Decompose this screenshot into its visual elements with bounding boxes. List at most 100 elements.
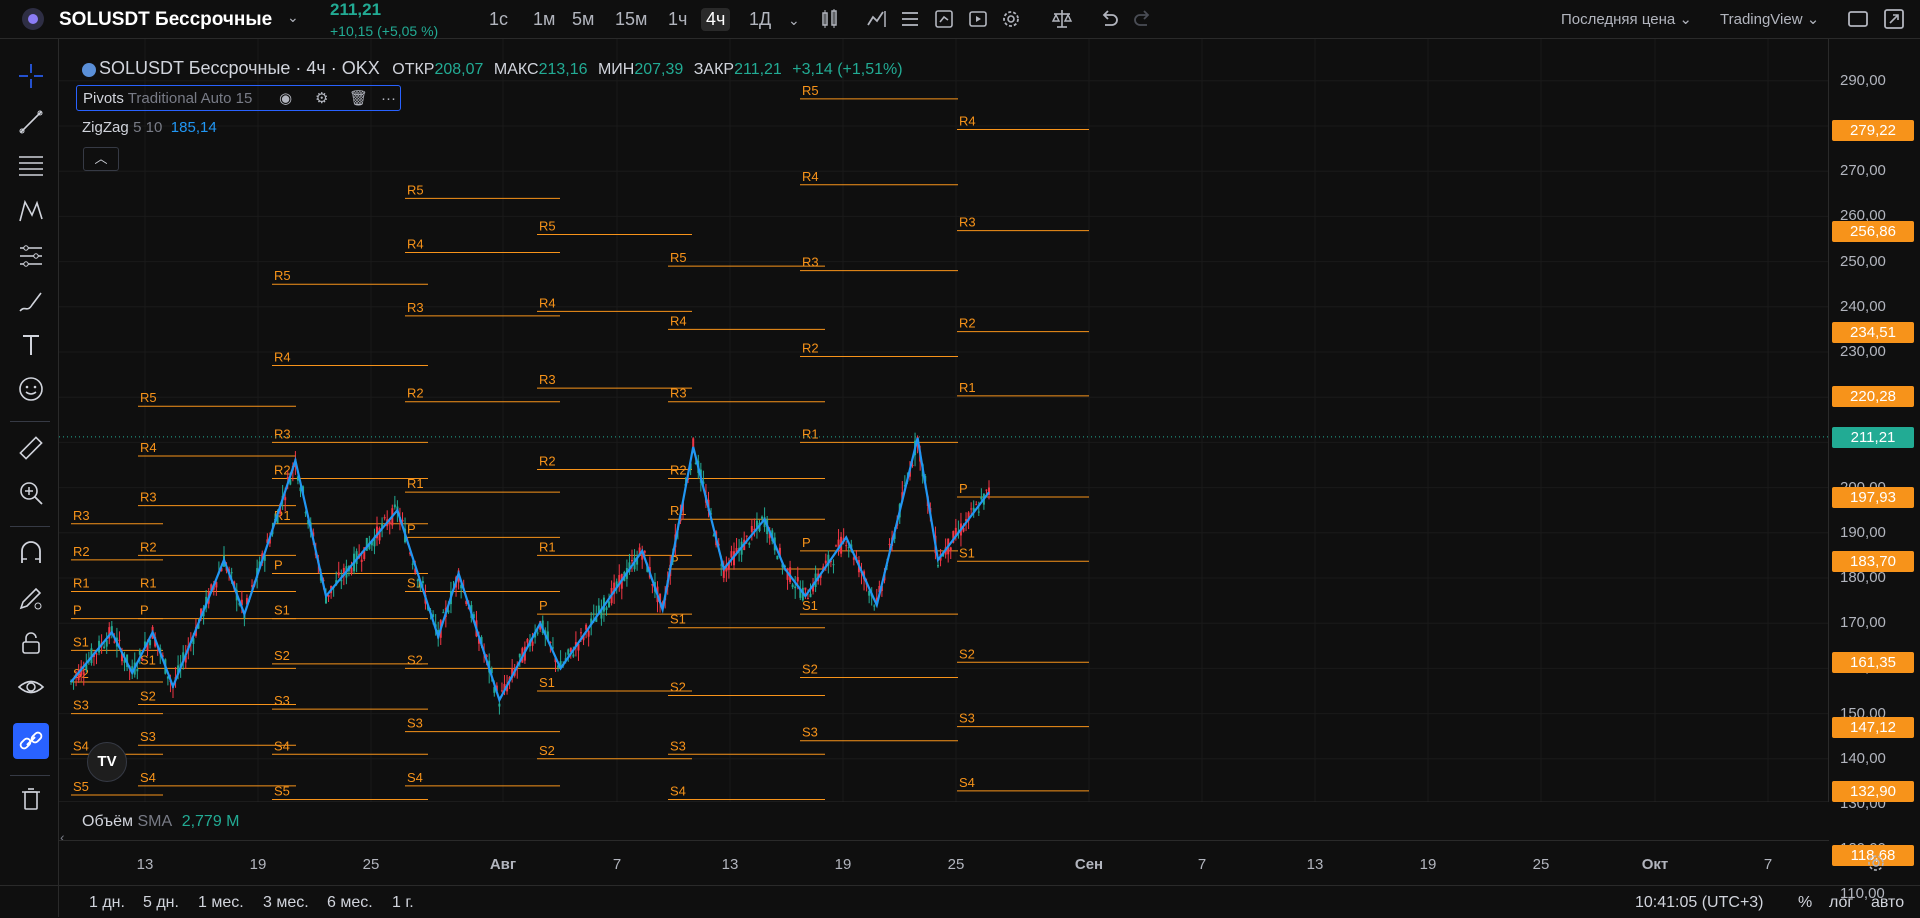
eye-icon[interactable]: ◉ <box>279 86 292 112</box>
emoji-icon[interactable] <box>17 375 45 403</box>
tradingview-logo-icon[interactable]: TV <box>87 742 127 782</box>
bar-style-icon[interactable] <box>818 7 842 31</box>
symbol-logo-icon[interactable] <box>22 8 44 30</box>
pivot-level-label: R4 <box>140 440 157 455</box>
range-3m[interactable]: 3 мес. <box>263 894 309 912</box>
screenshot-icon[interactable] <box>1882 7 1906 31</box>
pivots-legend[interactable]: Pivots Traditional Auto 15 ◉ ⚙ 🗑 ··· <box>76 85 401 111</box>
eye-icon[interactable] <box>17 673 45 701</box>
link-sync-button[interactable] <box>13 723 49 759</box>
candle-body <box>950 547 952 550</box>
pivot-level-label: R2 <box>539 454 556 469</box>
candle-body <box>394 505 396 508</box>
redo-icon[interactable] <box>1131 7 1155 31</box>
volume-value: 2,779 M <box>182 813 240 830</box>
range-1y[interactable]: 1 г. <box>392 894 414 912</box>
compare-icon[interactable] <box>1050 7 1074 31</box>
auto-scale-toggle[interactable]: авто <box>1871 894 1904 912</box>
brush-icon[interactable] <box>17 287 45 315</box>
tf-4h[interactable]: 4ч <box>701 8 730 31</box>
candle-body <box>284 497 286 500</box>
zoom-in-icon[interactable] <box>17 479 45 507</box>
fib-retracement-icon[interactable] <box>17 152 45 180</box>
range-6m[interactable]: 6 мес. <box>327 894 373 912</box>
chevron-down-icon[interactable]: ⌄ <box>287 9 299 26</box>
crosshair-icon[interactable] <box>17 62 45 90</box>
collapse-legend-button[interactable]: ︿ <box>83 147 119 171</box>
pivot-level-label: P <box>539 598 548 613</box>
trash-icon[interactable] <box>17 785 45 813</box>
clock[interactable]: 10:41:05 (UTC+3) <box>1635 894 1764 912</box>
high-value: 213,16 <box>539 61 588 78</box>
volume-name: Объём <box>82 813 133 830</box>
candle-body <box>848 547 850 548</box>
candle-body <box>889 544 891 545</box>
settings-icon[interactable] <box>1864 851 1888 875</box>
indicators-icon[interactable] <box>865 7 889 31</box>
candle-body <box>835 546 837 547</box>
range-1d[interactable]: 1 дн. <box>89 894 125 912</box>
tf-1d[interactable]: 1Д <box>744 8 776 31</box>
chart-pane[interactable]: R3R2R1PS1S2S3S4S5R5R4R3R2R1PS1S2S3S4S5R5… <box>59 39 1829 802</box>
settings-icon[interactable]: ⚙ <box>315 86 328 112</box>
time-scale[interactable] <box>59 840 1829 886</box>
tf-1m[interactable]: 1м <box>528 8 560 31</box>
percent-scale-toggle[interactable]: % <box>1798 894 1812 912</box>
replay-icon[interactable] <box>966 7 990 31</box>
chevron-down-icon[interactable]: ⌄ <box>783 11 805 30</box>
trend-line-icon[interactable] <box>17 108 45 136</box>
price-chart[interactable]: R3R2R1PS1S2S3S4S5R5R4R3R2R1PS1S2S3S4S5R5… <box>59 39 1829 802</box>
pivot-level-label: R4 <box>670 313 687 328</box>
open-label: ОТКР <box>392 61 434 78</box>
candle-body <box>978 512 980 513</box>
pattern-icon[interactable] <box>17 197 45 225</box>
time-tick-label: 7 <box>1198 856 1206 873</box>
zigzag-legend[interactable]: ZigZag 5 10 185,14 <box>82 119 217 137</box>
ruler-icon[interactable] <box>17 434 45 462</box>
tf-15m[interactable]: 15м <box>610 8 652 31</box>
tf-5m[interactable]: 5м <box>567 8 599 31</box>
tf-1s[interactable]: 1с <box>484 8 513 31</box>
text-icon[interactable] <box>17 331 45 359</box>
stay-drawing-icon[interactable] <box>17 584 45 612</box>
pivot-level-label: S2 <box>407 652 423 667</box>
price-type-selector[interactable]: Последняя цена ⌄ <box>1561 10 1692 28</box>
more-icon[interactable]: ··· <box>381 86 396 112</box>
range-5d[interactable]: 5 дн. <box>143 894 179 912</box>
settings-icon[interactable] <box>999 7 1023 31</box>
candle-body <box>422 581 424 583</box>
tf-1h[interactable]: 1ч <box>663 8 692 31</box>
fullscreen-icon[interactable] <box>1846 7 1870 31</box>
pivot-level-label: P <box>140 603 149 618</box>
trash-icon[interactable]: 🗑 <box>349 86 368 112</box>
range-1m[interactable]: 1 мес. <box>198 894 244 912</box>
legend-change: +3,14 (+1,51%) <box>792 61 902 78</box>
price-tick-label: 240,00 <box>1840 298 1886 315</box>
prediction-icon[interactable] <box>17 242 45 270</box>
candle-body <box>572 654 574 656</box>
price-tag: 147,12 <box>1832 717 1914 738</box>
candle-body <box>975 504 977 505</box>
pivot-level-label: S1 <box>670 612 686 627</box>
magnet-icon[interactable] <box>17 539 45 567</box>
symbol-name[interactable]: SOLUSDT Бессрочные <box>59 9 272 31</box>
candle-body <box>136 669 138 671</box>
pivot-level-label: S2 <box>140 689 156 704</box>
pivot-level-label: R3 <box>274 426 291 441</box>
candle-body <box>606 607 608 610</box>
chevron-down-icon: ⌄ <box>1679 11 1692 28</box>
candle-body <box>442 612 444 613</box>
price-scale[interactable] <box>1828 39 1920 802</box>
undo-icon[interactable] <box>1097 7 1121 31</box>
templates-icon[interactable] <box>898 7 922 31</box>
lock-icon[interactable] <box>17 629 45 657</box>
pivot-level-label: S5 <box>274 783 290 798</box>
layout-selector[interactable]: TradingView ⌄ <box>1720 10 1819 28</box>
pivot-level-label: S3 <box>670 738 686 753</box>
log-scale-toggle[interactable]: лог <box>1829 894 1853 912</box>
pivot-level-label: R4 <box>802 169 819 184</box>
candle-body <box>141 659 143 661</box>
time-tick-label: 25 <box>1533 856 1550 873</box>
alert-icon[interactable] <box>932 7 956 31</box>
zigzag-name: ZigZag <box>82 119 129 136</box>
